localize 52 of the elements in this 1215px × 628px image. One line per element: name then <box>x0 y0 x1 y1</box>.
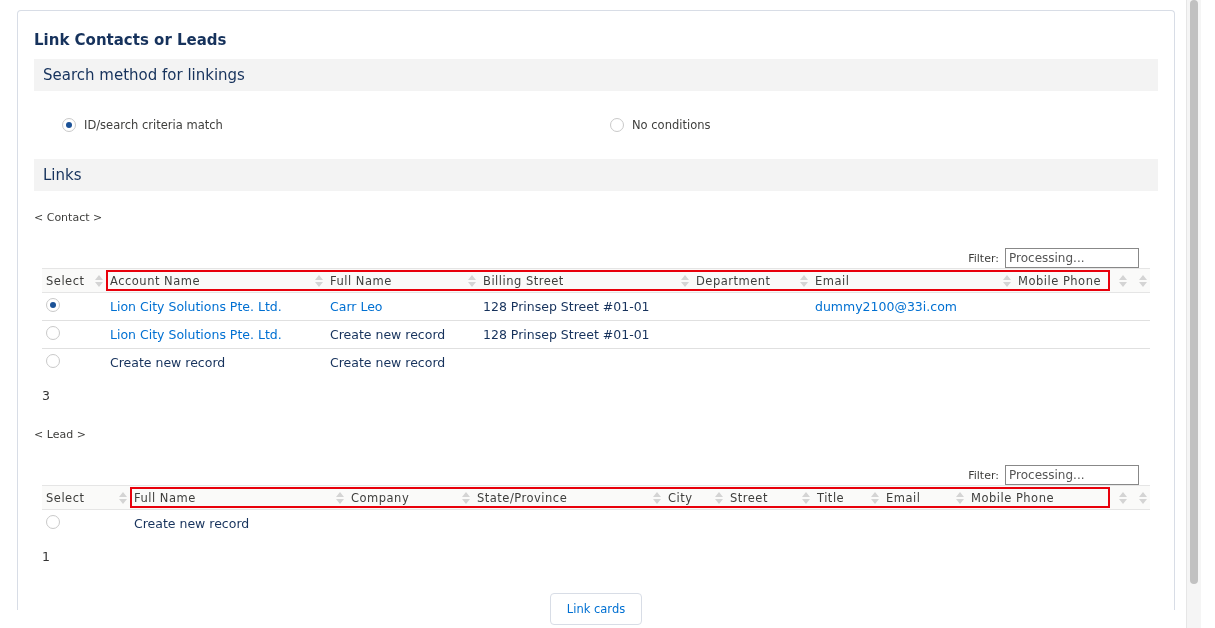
table-cell: Create new record <box>330 327 446 342</box>
sort-icon[interactable] <box>315 274 323 288</box>
sort-icon[interactable] <box>1139 274 1147 288</box>
sort-icon[interactable] <box>800 274 808 288</box>
sort-icon[interactable] <box>956 491 964 505</box>
record-link[interactable]: Lion City Solutions Pte. Ltd. <box>110 327 282 342</box>
page-title: Link Contacts or Leads <box>34 30 228 51</box>
filter-label: Filter: <box>968 251 999 265</box>
sort-icon[interactable] <box>715 491 723 505</box>
column-header[interactable]: Select <box>42 268 106 293</box>
table-cell: Create new record <box>134 516 250 531</box>
record-count: 1 <box>42 549 51 566</box>
link-cards-button[interactable]: Link cards <box>549 593 643 625</box>
table-cell: 128 Prinsep Street #01-01 <box>483 327 650 342</box>
sort-icon[interactable] <box>462 491 470 505</box>
section-header: Search method for linkings <box>34 59 1158 91</box>
table-cell: Create new record <box>110 355 226 370</box>
radio-button[interactable] <box>46 298 60 312</box>
radio-button[interactable] <box>46 354 60 368</box>
sort-icon[interactable] <box>653 491 661 505</box>
radio-button[interactable] <box>610 118 624 132</box>
sort-icon[interactable] <box>1119 274 1127 288</box>
scrollbar[interactable] <box>1186 0 1201 628</box>
table-cell: 128 Prinsep Street #01-01 <box>483 299 650 314</box>
table-cell: Create new record <box>330 355 446 370</box>
sort-icon[interactable] <box>802 491 810 505</box>
sort-icon[interactable] <box>336 491 344 505</box>
radio-option[interactable]: ID/search criteria match <box>62 118 610 132</box>
record-link[interactable]: Carr Leo <box>330 299 383 314</box>
sort-icon[interactable] <box>681 274 689 288</box>
column-header[interactable]: Select <box>42 485 130 510</box>
table-label: < Lead > <box>34 428 87 443</box>
filter-field[interactable]: Processing... <box>1005 465 1139 485</box>
radio-option[interactable]: No conditions <box>610 118 1158 132</box>
sort-icon[interactable] <box>1139 491 1147 505</box>
filter-field[interactable]: Processing... <box>1005 248 1139 268</box>
sort-icon[interactable] <box>119 491 127 505</box>
radio-button[interactable] <box>62 118 76 132</box>
table-label: < Contact > <box>34 211 104 226</box>
sort-icon[interactable] <box>1003 274 1011 288</box>
sort-icon[interactable] <box>871 491 879 505</box>
radio-button[interactable] <box>46 326 60 340</box>
sort-icon[interactable] <box>468 274 476 288</box>
record-count: 3 <box>42 388 51 405</box>
section-header: Links <box>34 159 1158 191</box>
record-link[interactable]: dummy2100@33i.com <box>815 299 957 314</box>
sort-icon[interactable] <box>95 274 103 288</box>
filter-label: Filter: <box>968 468 999 482</box>
scrollbar-thumb[interactable] <box>1190 0 1198 584</box>
record-link[interactable]: Lion City Solutions Pte. Ltd. <box>110 299 282 314</box>
sort-icon[interactable] <box>1119 491 1127 505</box>
radio-button[interactable] <box>46 515 60 529</box>
